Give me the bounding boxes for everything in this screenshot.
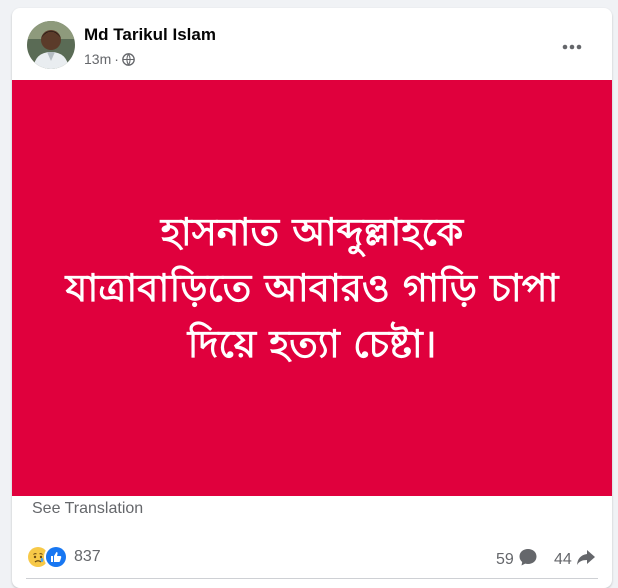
comment-icon	[518, 547, 538, 572]
share-count: 44	[554, 550, 572, 568]
image-text-line: দিয়ে হত্যা চেষ্টা।	[187, 322, 437, 366]
author-avatar[interactable]	[27, 21, 75, 69]
post-image-text: হাসনাত আব্দুল্লাহকে যাত্রাবাড়িতে আবারও …	[32, 204, 592, 372]
share-icon	[576, 547, 596, 572]
post-meta: 13m ·	[84, 51, 135, 67]
post-stats: 837 59 44	[12, 540, 612, 574]
more-options-button[interactable]	[554, 28, 590, 64]
image-text-line: হাসনাত আব্দুল্লাহকে	[160, 210, 464, 254]
like-reaction-icon	[44, 545, 68, 569]
post-timestamp[interactable]: 13m	[84, 51, 111, 67]
post-text-image[interactable]: হাসনাত আব্দুল্লাহকে যাত্রাবাড়িতে আবারও …	[12, 80, 612, 496]
image-text-line: যাত্রাবাড়িতে আবারও গাড়ি চাপা	[65, 266, 559, 310]
more-icon	[562, 37, 582, 55]
post-card: Md Tarikul Islam 13m · হাসনাত আব্দুল্লাহ…	[12, 8, 612, 588]
comment-count-button[interactable]: 59	[496, 547, 538, 572]
meta-separator: ·	[114, 51, 119, 67]
reactions-summary[interactable]: 837	[26, 545, 101, 569]
reaction-count: 837	[74, 548, 101, 565]
comment-count: 59	[496, 550, 514, 568]
post-header: Md Tarikul Islam 13m ·	[12, 8, 612, 80]
stats-divider	[26, 578, 598, 579]
share-count-button[interactable]: 44	[554, 547, 596, 572]
author-name[interactable]: Md Tarikul Islam	[84, 25, 216, 45]
see-translation-link[interactable]: See Translation	[32, 500, 143, 518]
globe-icon	[122, 52, 135, 66]
